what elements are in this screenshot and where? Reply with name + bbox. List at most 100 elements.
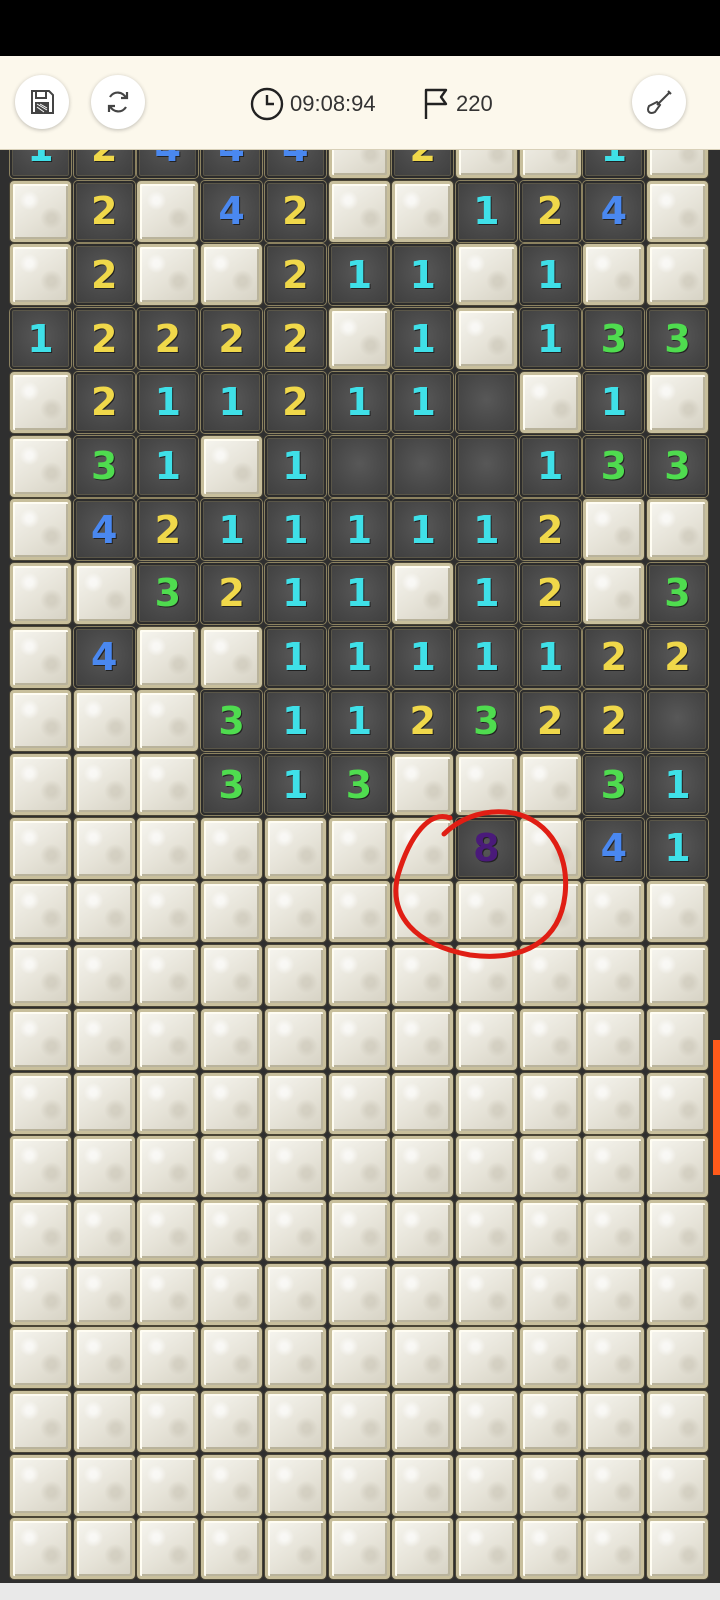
number-tile[interactable]: 4	[201, 150, 263, 178]
number-tile[interactable]: 3	[583, 435, 645, 497]
covered-tile[interactable]	[392, 945, 454, 1007]
covered-tile[interactable]	[392, 817, 454, 879]
covered-tile[interactable]	[73, 1136, 135, 1198]
covered-tile[interactable]	[583, 1199, 645, 1261]
covered-tile[interactable]	[583, 1008, 645, 1070]
covered-tile[interactable]	[137, 1391, 199, 1452]
covered-tile[interactable]	[201, 1199, 263, 1261]
covered-tile[interactable]	[73, 1199, 135, 1261]
covered-tile[interactable]	[201, 1072, 263, 1134]
number-tile[interactable]: 1	[519, 435, 581, 497]
number-tile[interactable]: 1	[264, 754, 326, 815]
covered-tile[interactable]	[137, 1072, 199, 1134]
number-tile[interactable]: 2	[583, 626, 645, 688]
covered-tile[interactable]	[264, 817, 326, 879]
covered-tile[interactable]	[583, 945, 645, 1007]
covered-tile[interactable]	[201, 1008, 263, 1070]
number-tile[interactable]: 1	[264, 499, 326, 561]
covered-tile[interactable]	[201, 1263, 263, 1325]
covered-tile[interactable]	[647, 945, 708, 1007]
number-tile[interactable]: 2	[392, 690, 454, 752]
number-tile[interactable]: 1	[392, 308, 454, 370]
covered-tile[interactable]	[392, 562, 454, 624]
number-tile[interactable]: 1	[264, 626, 326, 688]
number-tile[interactable]: 3	[137, 562, 199, 624]
covered-tile[interactable]	[10, 1199, 71, 1261]
covered-tile[interactable]	[73, 881, 135, 943]
covered-tile[interactable]	[583, 1454, 645, 1516]
covered-tile[interactable]	[392, 1454, 454, 1516]
covered-tile[interactable]	[73, 562, 135, 624]
covered-tile[interactable]	[10, 244, 71, 306]
number-tile[interactable]: 4	[73, 499, 135, 561]
covered-tile[interactable]	[519, 881, 581, 943]
number-tile[interactable]: 1	[455, 499, 517, 561]
covered-tile[interactable]	[519, 371, 581, 433]
number-tile[interactable]: 1	[455, 626, 517, 688]
covered-tile[interactable]	[10, 1008, 71, 1070]
number-tile[interactable]: 3	[455, 690, 517, 752]
covered-tile[interactable]	[73, 1072, 135, 1134]
dig-tool-button[interactable]	[632, 75, 686, 129]
number-tile[interactable]: 1	[10, 308, 71, 370]
empty-tile[interactable]	[647, 690, 708, 752]
covered-tile[interactable]	[455, 244, 517, 306]
covered-tile[interactable]	[201, 1327, 263, 1389]
number-tile[interactable]: 3	[647, 308, 708, 370]
covered-tile[interactable]	[647, 1327, 708, 1389]
covered-tile[interactable]	[10, 754, 71, 815]
number-tile[interactable]: 1	[455, 562, 517, 624]
covered-tile[interactable]	[455, 150, 517, 178]
covered-tile[interactable]	[201, 435, 263, 497]
covered-tile[interactable]	[392, 1072, 454, 1134]
covered-tile[interactable]	[73, 1008, 135, 1070]
number-tile[interactable]: 1	[201, 499, 263, 561]
number-tile[interactable]: 2	[73, 180, 135, 242]
number-tile[interactable]: 1	[519, 308, 581, 370]
number-tile[interactable]: 3	[73, 435, 135, 497]
covered-tile[interactable]	[10, 371, 71, 433]
number-tile[interactable]: 1	[519, 244, 581, 306]
covered-tile[interactable]	[647, 881, 708, 943]
number-tile[interactable]: 1	[583, 371, 645, 433]
covered-tile[interactable]	[201, 244, 263, 306]
covered-tile[interactable]	[10, 1391, 71, 1452]
covered-tile[interactable]	[137, 1518, 199, 1580]
number-tile[interactable]: 2	[264, 308, 326, 370]
covered-tile[interactable]	[10, 1136, 71, 1198]
covered-tile[interactable]	[137, 244, 199, 306]
covered-tile[interactable]	[10, 1263, 71, 1325]
covered-tile[interactable]	[10, 1518, 71, 1580]
covered-tile[interactable]	[455, 1072, 517, 1134]
number-tile[interactable]: 2	[73, 308, 135, 370]
number-tile[interactable]: 2	[264, 180, 326, 242]
save-button[interactable]	[15, 75, 69, 129]
covered-tile[interactable]	[647, 499, 708, 561]
covered-tile[interactable]	[455, 945, 517, 1007]
covered-tile[interactable]	[647, 1072, 708, 1134]
covered-tile[interactable]	[583, 499, 645, 561]
covered-tile[interactable]	[647, 1263, 708, 1325]
covered-tile[interactable]	[137, 180, 199, 242]
covered-tile[interactable]	[392, 180, 454, 242]
number-tile[interactable]: 1	[392, 626, 454, 688]
covered-tile[interactable]	[137, 1327, 199, 1389]
covered-tile[interactable]	[328, 150, 390, 178]
covered-tile[interactable]	[201, 1454, 263, 1516]
covered-tile[interactable]	[264, 1008, 326, 1070]
covered-tile[interactable]	[392, 1327, 454, 1389]
number-tile[interactable]: 1	[392, 499, 454, 561]
covered-tile[interactable]	[264, 1263, 326, 1325]
number-tile[interactable]: 2	[647, 626, 708, 688]
covered-tile[interactable]	[455, 754, 517, 815]
covered-tile[interactable]	[519, 150, 581, 178]
number-tile[interactable]: 2	[201, 562, 263, 624]
covered-tile[interactable]	[10, 881, 71, 943]
number-tile[interactable]: 1	[264, 562, 326, 624]
covered-tile[interactable]	[455, 1454, 517, 1516]
covered-tile[interactable]	[519, 1263, 581, 1325]
covered-tile[interactable]	[201, 881, 263, 943]
number-tile[interactable]: 4	[583, 180, 645, 242]
covered-tile[interactable]	[455, 1008, 517, 1070]
covered-tile[interactable]	[201, 1391, 263, 1452]
